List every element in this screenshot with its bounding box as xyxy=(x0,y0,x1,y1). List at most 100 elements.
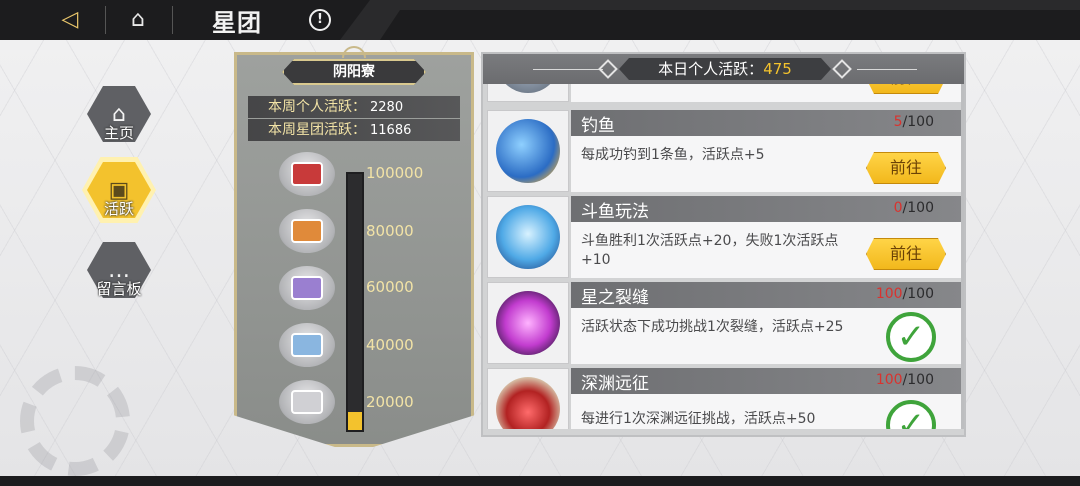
task-icon xyxy=(487,110,569,192)
activity-progress-fill xyxy=(348,412,362,430)
home-icon[interactable]: ⌂ xyxy=(118,6,158,34)
task-count: 5/100 xyxy=(894,114,934,130)
milestone-label: 80000 xyxy=(366,222,414,240)
reward-chest-100000[interactable] xyxy=(279,152,335,196)
task-icon xyxy=(487,368,569,429)
top-bar-accent xyxy=(340,0,1080,40)
nav-label-home: 主页 xyxy=(103,124,134,142)
task-title-bar: 星之裂缝 100/100 xyxy=(571,282,964,308)
weekly-personal-activity: 本周个人活跃： 2280 xyxy=(248,96,460,118)
activity-progress-bar xyxy=(346,172,364,432)
weekly-personal-value: 2280 xyxy=(370,100,404,115)
task-icon xyxy=(487,196,569,278)
divider xyxy=(172,6,173,34)
completed-check-icon: ✓ xyxy=(886,400,936,429)
nav-label-message-board: 留言板 xyxy=(96,280,142,298)
silver-chest-icon xyxy=(291,390,323,414)
task-icon xyxy=(487,282,569,364)
reward-chest-80000[interactable] xyxy=(279,209,335,253)
task-body: 每进行1次深渊远征挑战，活跃点+50 ✓ xyxy=(571,394,964,429)
back-arrow-icon[interactable]: ◁ xyxy=(50,6,90,34)
nav-item-home[interactable]: ⌂ 主页 xyxy=(82,86,156,166)
milestone-label: 100000 xyxy=(366,164,424,182)
task-count-current: 0 xyxy=(893,200,903,216)
task-row-star-rift: 星之裂缝 100/100 活跃状态下成功挑战1次裂缝，活跃点+25 ✓ xyxy=(485,280,966,364)
task-count-current: 100 xyxy=(875,286,903,302)
task-description: 每成功钓到1条鱼，活跃点+5 xyxy=(581,147,765,163)
task-row-fish-battle: 斗鱼玩法 0/100 斗鱼胜利1次活跃点+20，失败1次活跃点+10 前往 xyxy=(485,194,966,278)
blue-chest-icon xyxy=(291,333,323,357)
task-count-total: /100 xyxy=(902,372,934,388)
task-name: 星之裂缝 xyxy=(581,288,649,308)
daily-header: 本日个人活跃：475 xyxy=(483,54,964,84)
task-title-bar: 深渊远征 100/100 xyxy=(571,368,964,394)
go-button[interactable]: 前往 xyxy=(866,84,946,94)
milestone-label: 20000 xyxy=(366,393,414,411)
task-body: 活跃状态下成功挑战1次裂缝，活跃点+25 ✓ xyxy=(571,308,964,364)
list-item: 前往 xyxy=(485,84,966,102)
weekly-group-activity: 本周星团活跃： 11686 xyxy=(248,119,460,141)
reward-chest-60000[interactable] xyxy=(279,266,335,310)
task-body: 前往 xyxy=(571,84,964,102)
nav-item-activity[interactable]: ▣ 活跃 xyxy=(82,157,156,242)
task-count-current: 5 xyxy=(893,114,903,130)
go-button[interactable]: 前往 xyxy=(866,152,946,184)
task-count: 100/100 xyxy=(876,372,934,388)
task-row-abyss-expedition: 深渊远征 100/100 每进行1次深渊远征挑战，活跃点+50 ✓ xyxy=(485,366,966,429)
task-list-scrollbar[interactable] xyxy=(961,84,964,429)
reward-chest-40000[interactable] xyxy=(279,323,335,367)
task-count: 0/100 xyxy=(894,200,934,216)
task-description: 斗鱼胜利1次活跃点+20，失败1次活跃点+10 xyxy=(581,233,839,268)
task-name: 斗鱼玩法 xyxy=(581,202,649,222)
top-bar: ◁ ⌂ 星团 ! xyxy=(0,0,1080,40)
fishing-icon xyxy=(496,119,560,183)
diamond-icon xyxy=(598,59,618,79)
page-title: 星团 xyxy=(212,9,262,37)
red-chest-icon xyxy=(291,162,323,186)
task-count-current: 100 xyxy=(875,372,903,388)
task-title-bar: 斗鱼玩法 0/100 xyxy=(571,196,964,222)
task-count: 100/100 xyxy=(876,286,934,302)
task-icon xyxy=(487,84,569,102)
task-count-total: /100 xyxy=(902,286,934,302)
weekly-group-value: 11686 xyxy=(370,123,412,138)
diamond-icon xyxy=(832,59,852,79)
task-body: 斗鱼胜利1次活跃点+20，失败1次活跃点+10 前往 xyxy=(571,222,964,278)
divider xyxy=(857,69,917,70)
task-count-total: /100 xyxy=(902,200,934,216)
info-icon[interactable]: ! xyxy=(309,9,331,31)
task-art-icon xyxy=(496,84,560,93)
gear-decoration-icon xyxy=(20,366,130,476)
task-list[interactable]: 前往 钓鱼 5/100 每成功钓到1条鱼，活跃点+5 前往 斗鱼玩法 0/100 xyxy=(485,84,966,429)
go-button[interactable]: 前往 xyxy=(866,238,946,270)
milestone-label: 40000 xyxy=(366,336,414,354)
task-description: 活跃状态下成功挑战1次裂缝，活跃点+25 xyxy=(581,319,844,335)
nav-label-activity: 活跃 xyxy=(103,200,134,218)
completed-check-icon: ✓ xyxy=(886,312,936,362)
divider xyxy=(105,6,106,34)
weekly-group-label: 本周星团活跃： xyxy=(268,122,366,138)
daily-activity-value: 475 xyxy=(763,60,792,78)
task-name: 深渊远征 xyxy=(581,374,649,394)
daily-tasks-panel: 本日个人活跃：475 前往 钓鱼 5/100 每成功钓到1条鱼，活跃点+5 xyxy=(481,52,966,437)
task-description: 每进行1次深渊远征挑战，活跃点+50 xyxy=(581,411,816,427)
task-row-fishing: 钓鱼 5/100 每成功钓到1条鱼，活跃点+5 前往 xyxy=(485,108,966,192)
task-count-total: /100 xyxy=(902,114,934,130)
daily-activity-label: 本日个人活跃： xyxy=(658,60,764,78)
bottom-bar xyxy=(0,476,1080,486)
guild-name: 阴阳寮 xyxy=(282,59,426,85)
reward-panel: 阴阳寮 本周个人活跃： 2280 本周星团活跃： 11686 100000 8000… xyxy=(234,46,474,464)
abyss-expedition-icon xyxy=(496,377,560,429)
task-body: 每成功钓到1条鱼，活跃点+5 前往 xyxy=(571,136,964,192)
weekly-personal-label: 本周个人活跃： xyxy=(268,99,366,115)
task-title-bar: 钓鱼 5/100 xyxy=(571,110,964,136)
daily-activity-title: 本日个人活跃：475 xyxy=(619,58,831,80)
task-name: 钓鱼 xyxy=(581,116,615,136)
divider xyxy=(533,69,603,70)
milestone-label: 60000 xyxy=(366,278,414,296)
nav-item-message-board[interactable]: … 留言板 xyxy=(82,242,156,322)
star-rift-icon xyxy=(496,291,560,355)
purple-chest-icon xyxy=(291,276,323,300)
reward-chest-20000[interactable] xyxy=(279,380,335,424)
orange-chest-icon xyxy=(291,219,323,243)
